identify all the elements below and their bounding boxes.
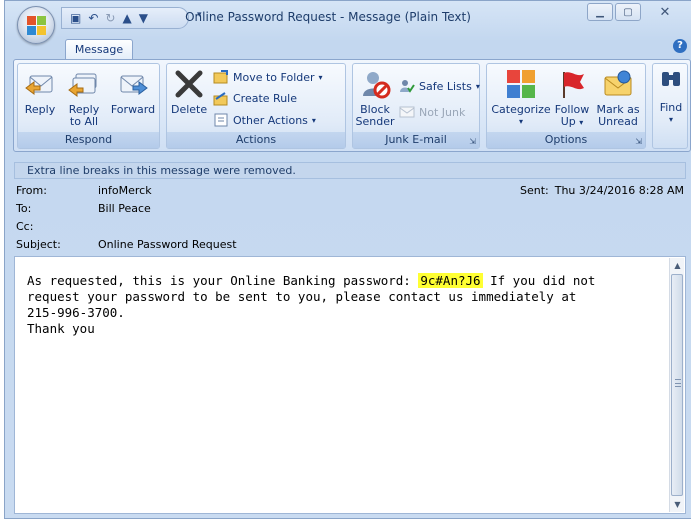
sent-field: Sent: Thu 3/24/2016 8:28 AM xyxy=(520,184,684,197)
from-value[interactable]: infoMerck xyxy=(98,184,152,197)
not-junk-icon xyxy=(399,104,415,120)
cc-label: Cc: xyxy=(16,220,34,233)
scrollbar-grip-icon xyxy=(675,379,681,387)
close-button[interactable]: ✕ xyxy=(643,3,687,21)
header-to-row: To: Bill Peace xyxy=(14,200,686,217)
find-label: Find xyxy=(659,101,683,114)
group-label-respond: Respond xyxy=(18,132,159,148)
chevron-down-icon: ▾ xyxy=(311,115,316,125)
vertical-scrollbar[interactable]: ▲ ▼ xyxy=(669,258,684,512)
reply-all-button[interactable]: Reply to All xyxy=(62,68,106,128)
sent-label: Sent: xyxy=(519,184,549,197)
create-rule-icon xyxy=(213,90,229,106)
categorize-button[interactable]: Categorize ▾ xyxy=(491,68,551,128)
message-text: As requested, this is your Online Bankin… xyxy=(27,273,667,337)
chevron-down-icon: ▾ xyxy=(475,81,480,91)
categorize-label: Categorize xyxy=(491,103,551,116)
follow-up-label-line2: Up ▾ xyxy=(551,116,593,129)
create-rule-button[interactable]: Create Rule xyxy=(213,90,297,106)
not-junk-button[interactable]: Not Junk xyxy=(399,104,465,120)
tab-message[interactable]: Message xyxy=(65,39,133,60)
other-actions-label: Other Actions xyxy=(233,113,308,127)
from-label: From: xyxy=(16,184,47,197)
group-respond: Reply Reply to All Forward Respond xyxy=(17,63,160,149)
office-logo-icon xyxy=(27,16,46,35)
chevron-down-icon: ▾ xyxy=(668,115,673,124)
sent-value: Thu 3/24/2016 8:28 AM xyxy=(554,184,684,197)
move-to-folder-label: Move to Folder xyxy=(233,70,315,84)
forward-label: Forward xyxy=(110,103,156,116)
reply-button[interactable]: Reply xyxy=(20,68,60,116)
to-label: To: xyxy=(16,202,32,215)
ribbon: Reply Reply to All Forward Respond Delet… xyxy=(13,59,691,152)
info-bar[interactable]: Extra line breaks in this message were r… xyxy=(14,162,686,179)
delete-label: Delete xyxy=(171,103,208,116)
categorize-icon xyxy=(505,68,537,100)
dialog-launcher-icon[interactable]: ⇲ xyxy=(469,137,476,146)
forward-icon xyxy=(117,68,149,100)
office-button[interactable] xyxy=(17,6,55,44)
chevron-down-icon: ▾ xyxy=(518,117,523,126)
group-label-actions: Actions xyxy=(167,132,345,148)
maximize-button[interactable]: ▢ xyxy=(615,3,641,21)
header-subject-row: Subject: Online Password Request xyxy=(14,236,686,253)
group-options: Categorize ▾ Follow Up ▾ Mark as Unread … xyxy=(486,63,646,149)
flag-icon xyxy=(556,68,588,100)
mark-as-unread-button[interactable]: Mark as Unread xyxy=(595,68,641,128)
group-actions: Delete Move to Folder ▾ Create Rule Othe… xyxy=(166,63,346,149)
subject-label: Subject: xyxy=(16,238,61,251)
minimize-button[interactable]: ▁ xyxy=(587,3,613,21)
follow-up-button[interactable]: Follow Up ▾ xyxy=(551,68,593,129)
scroll-down-arrow-icon[interactable]: ▼ xyxy=(670,497,685,512)
highlighted-password: 9c#An?J6 xyxy=(418,273,483,288)
reply-all-label-line2: to All xyxy=(69,115,99,128)
group-label-junk-email: Junk E-mail xyxy=(353,132,479,148)
header-from-row: From: infoMerck Sent: Thu 3/24/2016 8:28 … xyxy=(14,182,686,199)
help-icon[interactable]: ? xyxy=(673,39,687,53)
other-actions-button[interactable]: Other Actions ▾ xyxy=(213,112,316,128)
delete-button[interactable]: Delete xyxy=(171,68,207,116)
block-sender-button[interactable]: Block Sender xyxy=(355,68,395,128)
subject-value: Online Password Request xyxy=(98,238,237,251)
block-sender-label-line2: Sender xyxy=(355,115,395,128)
reply-icon xyxy=(24,68,56,100)
reply-label: Reply xyxy=(24,103,56,116)
find-button[interactable]: Find ▾ xyxy=(655,68,687,126)
not-junk-label: Not Junk xyxy=(419,105,466,119)
create-rule-label: Create Rule xyxy=(233,91,297,105)
message-body[interactable]: As requested, this is your Online Bankin… xyxy=(14,256,686,514)
safe-lists-button[interactable]: Safe Lists ▾ xyxy=(399,78,480,94)
reply-all-icon xyxy=(68,68,100,100)
group-label-options: Options xyxy=(487,132,645,148)
follow-up-label-up: Up xyxy=(560,115,576,128)
delete-x-icon xyxy=(173,68,205,100)
scrollbar-thumb[interactable] xyxy=(671,274,683,496)
mark-unread-envelope-icon xyxy=(602,68,634,100)
binoculars-icon xyxy=(659,68,683,92)
safe-lists-label: Safe Lists xyxy=(419,79,472,93)
group-find: Find ▾ xyxy=(652,63,688,149)
header-cc-row: Cc: xyxy=(14,218,686,235)
move-to-folder-button[interactable]: Move to Folder ▾ xyxy=(213,69,323,85)
move-to-folder-icon xyxy=(213,69,229,85)
ribbon-tab-row: Message ? xyxy=(5,35,691,60)
scroll-up-arrow-icon[interactable]: ▲ xyxy=(670,258,685,273)
window-controls: ▁ ▢ ✕ xyxy=(587,3,687,21)
chevron-down-icon: ▾ xyxy=(318,72,323,82)
forward-button[interactable]: Forward xyxy=(108,68,158,116)
group-junk-email: Block Sender Safe Lists ▾ Not Junk Junk … xyxy=(352,63,480,149)
other-actions-icon xyxy=(213,112,229,128)
dialog-launcher-icon[interactable]: ⇲ xyxy=(635,137,642,146)
title-bar: ▣ ↶ ↻ ▲ ▼ ▾ Online Password Request - Me… xyxy=(5,1,691,44)
chevron-down-icon: ▾ xyxy=(579,118,584,127)
block-sender-icon xyxy=(359,68,391,100)
mark-unread-label-line2: Unread xyxy=(598,115,638,128)
to-value[interactable]: Bill Peace xyxy=(98,202,151,215)
safe-lists-icon xyxy=(399,78,415,94)
message-text-intro: As requested, this is your Online Bankin… xyxy=(27,273,419,288)
